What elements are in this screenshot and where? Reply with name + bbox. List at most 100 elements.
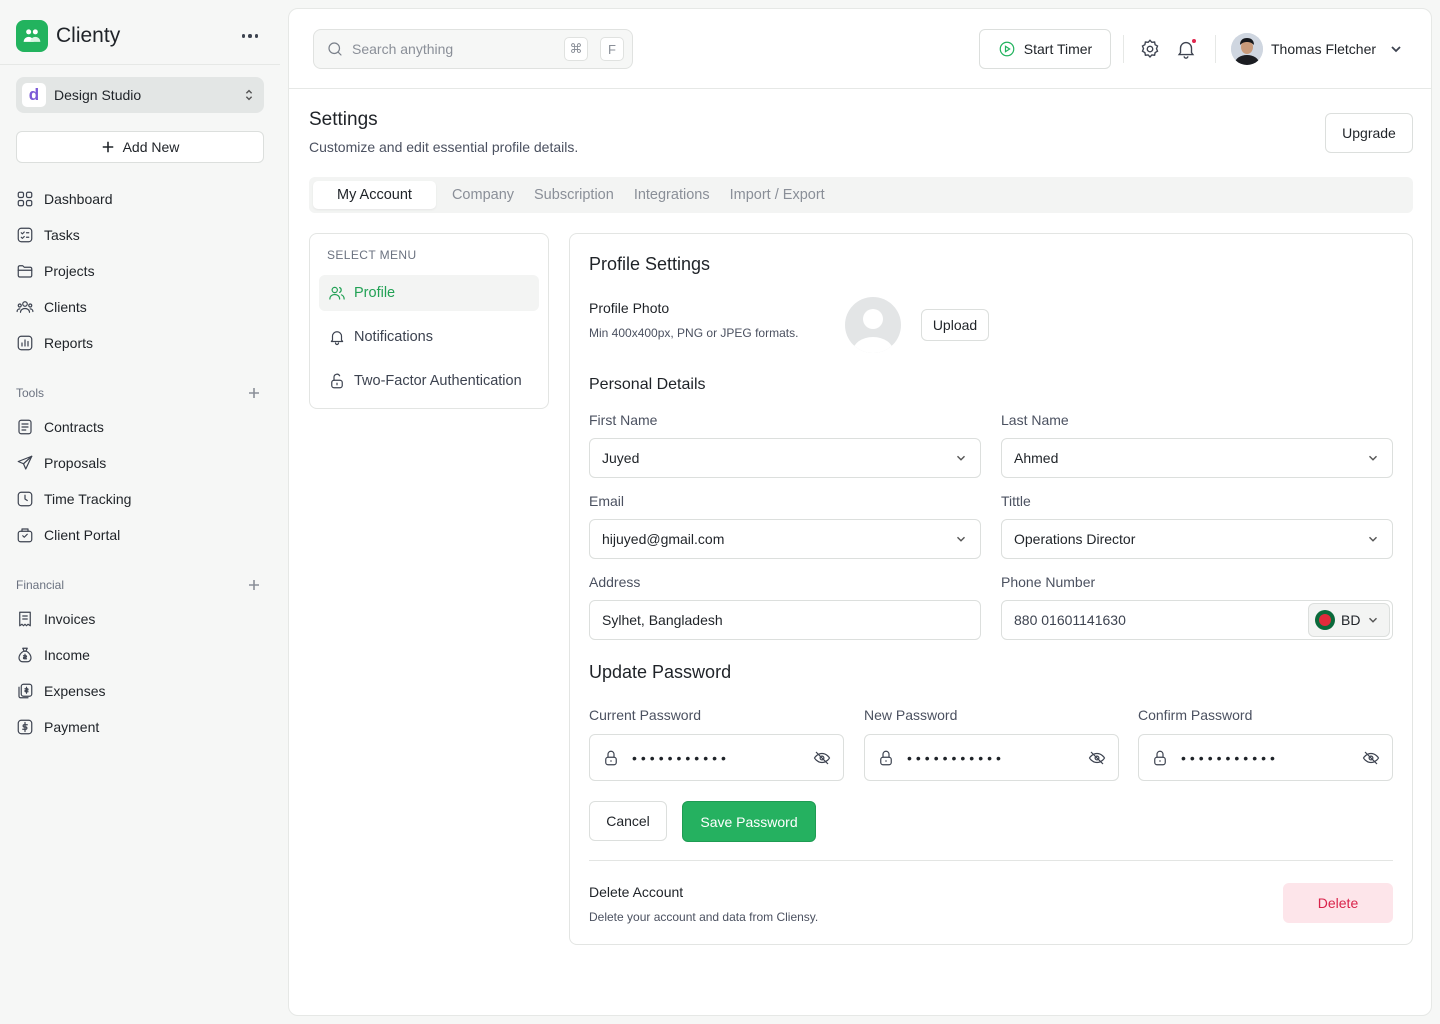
tab-my-account[interactable]: My Account: [313, 181, 436, 209]
personal-details-title: Personal Details: [589, 376, 706, 393]
topbar-divider: [1215, 35, 1216, 63]
address-value: Sylhet, Bangladesh: [602, 612, 723, 628]
tab-company[interactable]: Company: [452, 181, 514, 209]
phone-label: Phone Number: [1001, 574, 1096, 590]
email-label: Email: [589, 493, 625, 509]
lock-icon: [1154, 750, 1166, 765]
add-financial-plus-icon[interactable]: [248, 579, 260, 591]
tools-section-label: Tools: [16, 386, 45, 400]
profile-photo-label: Profile Photo: [589, 300, 670, 316]
notification-bell-icon[interactable]: [1174, 37, 1198, 61]
delete-account-button[interactable]: Delete: [1283, 883, 1393, 923]
menu-item-profile[interactable]: Profile: [319, 275, 539, 311]
country-code-value: BD: [1341, 612, 1361, 628]
address-field[interactable]: Sylhet, Bangladesh: [589, 600, 981, 640]
sidebar-item-client-portal[interactable]: Client Portal: [16, 519, 264, 551]
sidebar-divider: [0, 64, 280, 65]
sidebar-item-expenses[interactable]: Expenses: [16, 675, 264, 707]
country-code-select[interactable]: BD: [1308, 603, 1390, 637]
avatar: [1231, 33, 1263, 65]
more-options-icon[interactable]: [238, 26, 262, 46]
eye-off-icon[interactable]: [813, 749, 831, 767]
sidebar-item-label: Time Tracking: [44, 491, 132, 507]
sidebar-item-label: Expenses: [44, 683, 106, 699]
phone-field[interactable]: 880 01601141630 BD: [1001, 600, 1393, 640]
user-menu[interactable]: Thomas Fletcher: [1231, 31, 1404, 67]
sidebar-item-reports[interactable]: Reports: [16, 327, 264, 359]
upload-photo-button[interactable]: Upload: [921, 309, 989, 341]
eye-off-icon[interactable]: [1088, 749, 1106, 767]
profile-settings-title: Profile Settings: [589, 254, 711, 274]
cancel-button[interactable]: Cancel: [589, 801, 667, 841]
tab-import-export[interactable]: Import / Export: [730, 181, 825, 209]
financial-section-header: Financial: [16, 575, 264, 595]
settings-gear-icon[interactable]: [1138, 37, 1162, 61]
search-input[interactable]: Search anything: [352, 41, 552, 57]
play-circle-icon: [999, 41, 1015, 57]
sidebar-item-dashboard[interactable]: Dashboard: [16, 183, 264, 215]
sidebar-item-income[interactable]: Income: [16, 639, 264, 671]
chevron-down-icon: [1369, 536, 1377, 542]
menu-item-notifications[interactable]: Notifications: [319, 319, 539, 355]
eye-off-icon[interactable]: [1362, 749, 1380, 767]
title-field[interactable]: Operations Director: [1001, 519, 1393, 559]
tab-integrations[interactable]: Integrations: [634, 181, 710, 209]
page-subtitle: Customize and edit essential profile det…: [309, 139, 579, 155]
sidebar-item-label: Invoices: [44, 611, 96, 627]
workspace-name: Design Studio: [54, 87, 142, 103]
send-icon: [16, 454, 34, 472]
settings-menu: SELECT MENU Profile Notifications Two-Fa…: [309, 233, 549, 409]
menu-item-two-factor[interactable]: Two-Factor Authentication: [319, 363, 539, 399]
sidebar-item-invoices[interactable]: Invoices: [16, 603, 264, 635]
email-value: hijuyed@gmail.com: [602, 531, 725, 547]
add-tool-plus-icon[interactable]: [248, 387, 260, 399]
chevron-down-icon: [957, 455, 965, 461]
sidebar-item-tasks[interactable]: Tasks: [16, 219, 264, 251]
chevron-down-icon: [1391, 46, 1401, 53]
last-name-value: Ahmed: [1014, 450, 1059, 466]
first-name-value: Juyed: [602, 450, 640, 466]
confirm-password-label: Confirm Password: [1138, 707, 1253, 723]
new-password-field[interactable]: •••••••••••: [864, 734, 1119, 781]
save-password-button[interactable]: Save Password: [682, 801, 816, 842]
sidebar-item-label: Income: [44, 647, 90, 663]
sidebar-item-projects[interactable]: Projects: [16, 255, 264, 287]
delete-account-title: Delete Account: [589, 884, 684, 900]
sidebar-item-payment[interactable]: Payment: [16, 711, 264, 743]
new-password-value: •••••••••••: [907, 749, 1005, 766]
confirm-password-value: •••••••••••: [1181, 749, 1279, 766]
last-name-field[interactable]: Ahmed: [1001, 438, 1393, 478]
email-field[interactable]: hijuyed@gmail.com: [589, 519, 981, 559]
chevron-down-icon: [1369, 617, 1378, 623]
main-panel: Search anything ⌘ F Start Timer Thomas F…: [288, 8, 1432, 1016]
users-icon: [16, 298, 34, 316]
brand[interactable]: Clienty: [16, 20, 120, 52]
sidebar-item-proposals[interactable]: Proposals: [16, 447, 264, 479]
add-new-label: Add New: [122, 139, 180, 155]
add-new-button[interactable]: Add New: [16, 131, 264, 163]
search-bar[interactable]: Search anything ⌘ F: [313, 29, 633, 69]
grid-icon: [16, 190, 34, 208]
start-timer-label: Start Timer: [1023, 41, 1093, 57]
confirm-password-field[interactable]: •••••••••••: [1138, 734, 1393, 781]
current-password-field[interactable]: •••••••••••: [589, 734, 844, 781]
shortcut-key: F: [600, 37, 624, 61]
start-timer-button[interactable]: Start Timer: [979, 29, 1111, 69]
workspace-switcher[interactable]: d Design Studio: [16, 77, 264, 113]
chevron-down-icon: [1369, 455, 1377, 461]
profile-settings-card: Profile Settings Profile Photo Min 400x4…: [569, 233, 1413, 945]
upgrade-button[interactable]: Upgrade: [1325, 113, 1413, 153]
first-name-field[interactable]: Juyed: [589, 438, 981, 478]
sidebar-item-clients[interactable]: Clients: [16, 291, 264, 323]
tab-subscription[interactable]: Subscription: [534, 181, 614, 209]
notification-dot: [1191, 38, 1197, 44]
lock-icon: [328, 372, 346, 390]
sidebar-item-contracts[interactable]: Contracts: [16, 411, 264, 443]
sidebar-item-label: Tasks: [44, 227, 80, 243]
title-label: Tittle: [1001, 493, 1031, 509]
lock-icon: [605, 750, 617, 765]
sidebar-item-label: Reports: [44, 335, 94, 351]
clock-icon: [16, 490, 34, 508]
bangladesh-flag-icon: [1315, 610, 1335, 630]
sidebar-item-time-tracking[interactable]: Time Tracking: [16, 483, 264, 515]
